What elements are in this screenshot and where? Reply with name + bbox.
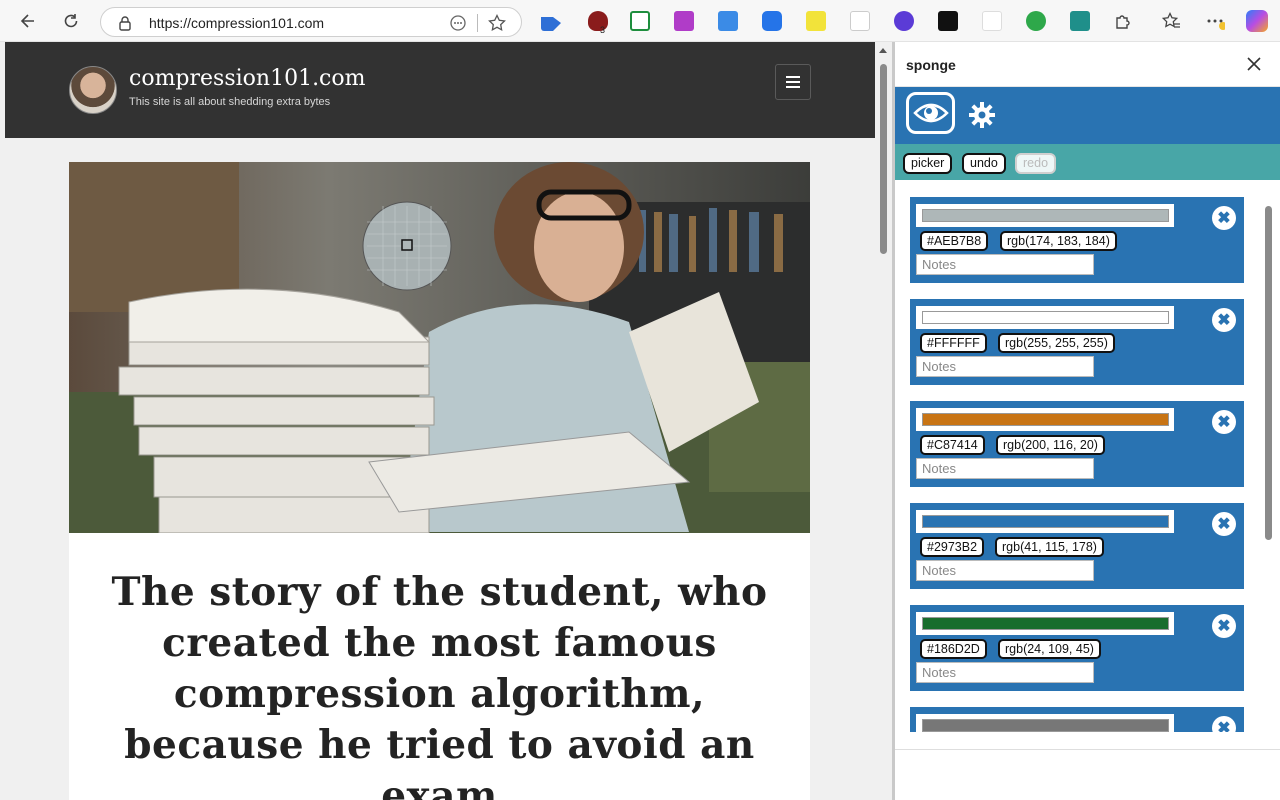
- hex-code[interactable]: #C87414: [920, 435, 985, 455]
- extensions-puzzle-icon[interactable]: [1110, 8, 1136, 34]
- color-bar-frame: [916, 408, 1174, 431]
- notes-input[interactable]: Notes: [916, 254, 1094, 275]
- picker-button[interactable]: picker: [903, 153, 953, 174]
- hero-image: [69, 162, 810, 533]
- rgb-code[interactable]: rgb(200, 116, 20): [996, 435, 1105, 455]
- address-bar[interactable]: https://compression101.com: [100, 7, 522, 37]
- swatch-card: ✖ #186D2D rgb(24, 109, 45) Notes: [910, 605, 1244, 691]
- swatch-card-partial: ✖: [910, 707, 1244, 732]
- gear-icon[interactable]: [969, 102, 995, 128]
- article-title: The story of the student, who created th…: [111, 569, 768, 800]
- remove-swatch-icon[interactable]: ✖: [1212, 410, 1236, 434]
- swatch-list: ✖ #AEB7B8 rgb(174, 183, 184) Notes ✖ #FF…: [895, 180, 1280, 732]
- color-preview-bar[interactable]: [922, 719, 1169, 732]
- swatch-card: ✖ #C87414 rgb(200, 116, 20) Notes: [910, 401, 1244, 487]
- rgb-code[interactable]: rgb(174, 183, 184): [1000, 231, 1117, 251]
- remove-swatch-icon[interactable]: ✖: [1212, 512, 1236, 536]
- sponge-side-panel: sponge picker undo redo ✖ #AEB7B8 rgb(17…: [895, 42, 1280, 800]
- back-icon[interactable]: [15, 8, 41, 34]
- hex-code[interactable]: #FFFFFF: [920, 333, 987, 353]
- article-card: The story of the student, who created th…: [69, 533, 810, 800]
- more-menu-icon[interactable]: [1202, 8, 1228, 34]
- notes-input[interactable]: Notes: [916, 560, 1094, 581]
- lock-icon: [119, 16, 131, 31]
- hex-code[interactable]: #186D2D: [920, 639, 987, 659]
- eye-icon[interactable]: [906, 92, 955, 134]
- location-extension-icon[interactable]: [1026, 11, 1046, 31]
- scroll-up-arrow-icon[interactable]: [879, 48, 887, 53]
- hex-code[interactable]: #AEB7B8: [920, 231, 989, 251]
- panel-header: sponge: [895, 42, 1280, 87]
- color-bar-frame: [916, 510, 1174, 533]
- refresh-icon[interactable]: [58, 8, 84, 34]
- hamburger-menu-button[interactable]: [775, 64, 811, 100]
- web-page: compression101.com This site is all abou…: [0, 42, 892, 800]
- dark-extension-icon[interactable]: [938, 11, 958, 31]
- url-text: https://compression101.com: [149, 15, 325, 31]
- color-bar-frame: [916, 306, 1174, 329]
- rgb-code[interactable]: rgb(255, 255, 255): [998, 333, 1115, 353]
- pen-extension-icon[interactable]: [982, 11, 1002, 31]
- swatch-card: ✖ #AEB7B8 rgb(174, 183, 184) Notes: [910, 197, 1244, 283]
- redo-button: redo: [1015, 153, 1057, 174]
- swatch-card: ✖ #FFFFFF rgb(255, 255, 255) Notes: [910, 299, 1244, 385]
- rgb-code[interactable]: rgb(24, 109, 45): [998, 639, 1101, 659]
- site-header: compression101.com This site is all abou…: [5, 42, 875, 138]
- undo-button[interactable]: undo: [962, 153, 1006, 174]
- color-bar-frame: [916, 714, 1174, 732]
- tag-extension-icon[interactable]: [541, 17, 561, 31]
- rgb-code[interactable]: rgb(41, 115, 178): [995, 537, 1104, 557]
- color-preview-bar[interactable]: [922, 209, 1169, 222]
- color-bar-frame: [916, 204, 1174, 227]
- color-preview-bar[interactable]: [922, 617, 1169, 630]
- panel-title: sponge: [906, 57, 956, 73]
- swatch-list-scrollbar-thumb[interactable]: [1265, 206, 1272, 540]
- site-title[interactable]: compression101.com: [129, 66, 366, 91]
- copilot-icon[interactable]: [1246, 10, 1268, 32]
- download-shield-icon[interactable]: [762, 11, 782, 31]
- site-tagline: This site is all about shedding extra by…: [129, 96, 331, 108]
- hex-code[interactable]: #2973B2: [920, 537, 985, 557]
- notes-input[interactable]: Notes: [916, 356, 1094, 377]
- page-scrollbar-thumb[interactable]: [880, 64, 887, 254]
- download-purple-icon[interactable]: [674, 11, 694, 31]
- page-scrollbar[interactable]: [875, 42, 892, 800]
- favorite-star-icon[interactable]: [487, 13, 507, 33]
- remove-swatch-icon[interactable]: ✖: [1212, 716, 1236, 732]
- author-avatar[interactable]: [69, 66, 117, 114]
- download-blue-icon[interactable]: [718, 11, 738, 31]
- notes-input[interactable]: Notes: [916, 458, 1094, 479]
- swatch-card: ✖ #2973B2 rgb(41, 115, 178) Notes: [910, 503, 1244, 589]
- remove-swatch-icon[interactable]: ✖: [1212, 308, 1236, 332]
- remove-swatch-icon[interactable]: ✖: [1212, 614, 1236, 638]
- color-extension-icon[interactable]: [894, 11, 914, 31]
- swatch-list-scrollbar[interactable]: [1263, 192, 1275, 732]
- chart-extension-icon[interactable]: [1070, 11, 1090, 31]
- sheet-extension-icon[interactable]: [630, 11, 650, 31]
- color-preview-bar[interactable]: [922, 515, 1169, 528]
- notes-input[interactable]: Notes: [916, 662, 1094, 683]
- color-preview-bar[interactable]: [922, 311, 1169, 324]
- remove-swatch-icon[interactable]: ✖: [1212, 206, 1236, 230]
- eyedropper-extension-icon[interactable]: [850, 11, 870, 31]
- action-bar: picker undo redo: [895, 144, 1280, 180]
- panel-footer-divider: [895, 749, 1280, 750]
- color-bar-frame: [916, 612, 1174, 635]
- ublock-badge: 3: [600, 25, 606, 35]
- page-menu-icon[interactable]: [449, 14, 467, 32]
- color-preview-bar[interactable]: [922, 413, 1169, 426]
- address-divider: [477, 14, 478, 32]
- xpath-extension-icon[interactable]: [806, 11, 826, 31]
- favorites-icon[interactable]: [1158, 8, 1184, 34]
- close-icon[interactable]: [1244, 54, 1264, 74]
- student-reading-photo: [69, 162, 810, 533]
- panel-toolbar: [895, 87, 1280, 144]
- browser-toolbar: https://compression101.com 3: [0, 0, 1280, 42]
